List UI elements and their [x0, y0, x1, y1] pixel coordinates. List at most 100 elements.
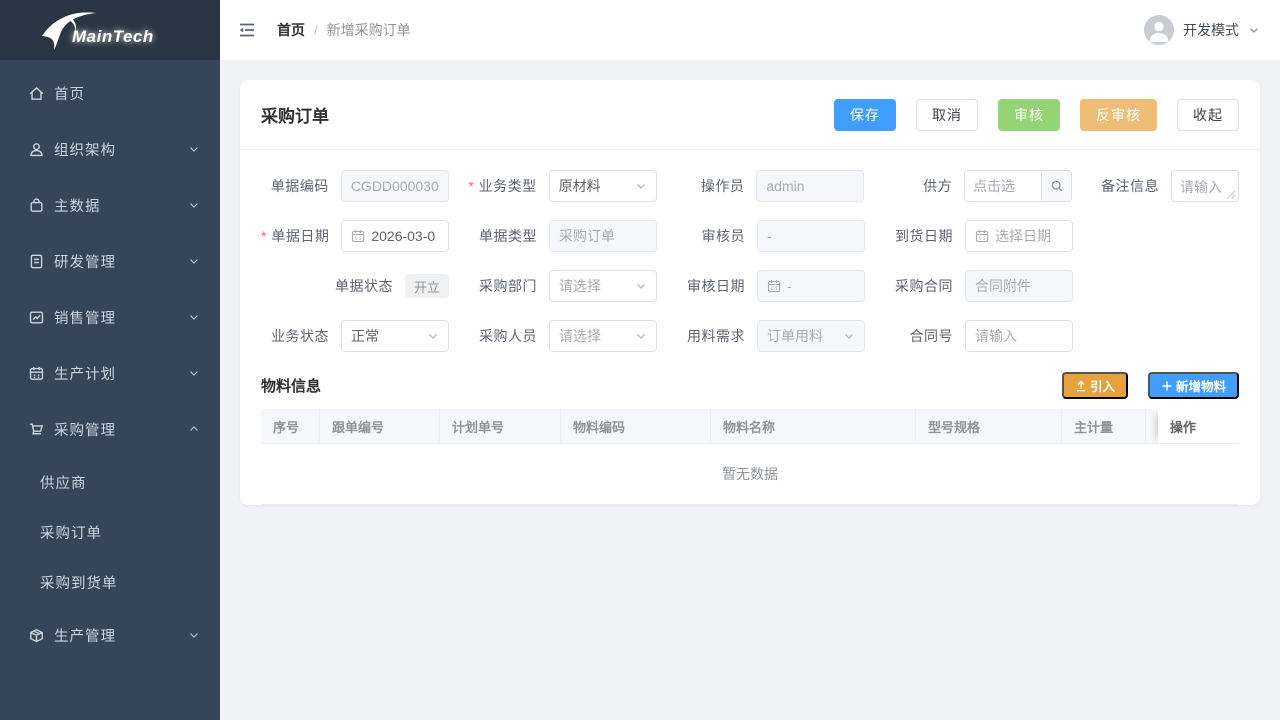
field-label: 采购人员 [449, 326, 549, 346]
header-actions: 保存 取消 审核 反审核 收起 [834, 99, 1239, 131]
purchaser-select[interactable]: 请选择 [549, 320, 657, 352]
field-label: 业务状态 [261, 326, 341, 346]
brand-logo[interactable]: MainTech [0, 0, 220, 60]
import-button[interactable]: 引入 [1062, 372, 1128, 399]
field-label: 单据状态 [261, 276, 405, 296]
doc-type-input: 采购订单 [549, 220, 657, 252]
sidebar: MainTech 首页 组织架构 主数据 研发管理 [0, 0, 220, 720]
breadcrumb-home[interactable]: 首页 [277, 20, 305, 40]
sidebar-subitem-purchase-order[interactable]: 采购订单 [0, 507, 220, 557]
contract-attachment-input[interactable]: 合同附件 [965, 270, 1073, 302]
person-icon [1144, 15, 1174, 45]
business-status-select[interactable]: 正常 [341, 320, 449, 352]
sidebar-item-label: 采购管理 [54, 419, 116, 440]
field-label: 合同号 [865, 326, 965, 346]
materials-header: 物料信息 引入 新增物料 [240, 363, 1260, 409]
field-label: 单据编码 [261, 176, 341, 196]
brand-name: MainTech [72, 27, 154, 47]
unaudit-button[interactable]: 反审核 [1080, 99, 1157, 131]
form-row: 业务状态 正常 采购人员 请选择 用料需求 订单用料 合同号 [261, 311, 1239, 361]
field-supplier: 供方 点击选 [864, 170, 1072, 202]
field-label: 审核员 [657, 226, 757, 246]
field-business-status: 业务状态 正常 [261, 320, 449, 352]
search-icon [1050, 179, 1064, 193]
col-operation-fixed: 操作 [1158, 409, 1239, 444]
chevron-up-icon [188, 423, 200, 435]
sidebar-item-home[interactable]: 首页 [0, 65, 220, 121]
form-row: 单据日期 2026-03-0 单据类型 采购订单 审核员 - 到货日期 [261, 211, 1239, 261]
col-mat-name: 物料名称 [711, 409, 916, 443]
supplier-search-button[interactable] [1041, 171, 1071, 201]
sidebar-item-label: 生产管理 [54, 625, 116, 646]
resize-handle-icon[interactable] [1227, 190, 1236, 199]
col-follow-no: 跟单编号 [320, 409, 440, 443]
remark-textarea[interactable]: 请输入 [1171, 170, 1239, 202]
arrival-date-picker[interactable]: 选择日期 [965, 220, 1073, 252]
field-contract-no: 合同号 请输入 [865, 320, 1073, 352]
field-auditor: 审核员 - [657, 220, 865, 252]
field-label: 供方 [864, 176, 964, 196]
contract-no-input[interactable]: 请输入 [965, 320, 1073, 352]
cart-icon [28, 421, 45, 438]
table-empty-state: 暂无数据 [261, 444, 1239, 504]
purchase-order-card: 采购订单 保存 取消 审核 反审核 收起 单据编码 [240, 80, 1260, 505]
field-remark: 备注信息 请输入 [1072, 170, 1239, 202]
form-row: 单据状态 开立 采购部门 请选择 审核日期 - 采购合同 [261, 261, 1239, 311]
field-doc-date: 单据日期 2026-03-0 [261, 220, 449, 252]
sidebar-item-organization[interactable]: 组织架构 [0, 121, 220, 177]
breadcrumb-separator: / [314, 23, 318, 38]
chevron-down-icon [843, 330, 855, 342]
audit-button[interactable]: 审核 [998, 99, 1060, 131]
home-icon [28, 85, 45, 102]
field-purchase-dept: 采购部门 请选择 [449, 270, 657, 302]
sidebar-item-sales-management[interactable]: 销售管理 [0, 289, 220, 345]
audit-date-input: - [757, 270, 865, 302]
card-header: 采购订单 保存 取消 审核 反审核 收起 [240, 80, 1260, 150]
sidebar-subitem-supplier[interactable]: 供应商 [0, 457, 220, 507]
field-label: 业务类型 [449, 176, 549, 196]
calendar-icon [975, 229, 989, 243]
field-label: 采购合同 [865, 276, 965, 296]
supplier-input[interactable]: 点击选 [965, 171, 1041, 201]
sidebar-subitem-label: 采购订单 [40, 522, 102, 543]
materials-title: 物料信息 [261, 375, 321, 396]
col-unit: 主计量 [1062, 409, 1146, 443]
sidebar-item-production-management[interactable]: 生产管理 [0, 607, 220, 663]
supplier-picker[interactable]: 点击选 [964, 170, 1072, 202]
form-row: 单据编码 CGDD000030 业务类型 原材料 操作员 admin 供方 [261, 161, 1239, 211]
sidebar-subitem-purchase-arrival[interactable]: 采购到货单 [0, 557, 220, 607]
cancel-button[interactable]: 取消 [916, 99, 978, 131]
materials-actions: 引入 新增物料 [1062, 372, 1239, 399]
sidebar-item-label: 组织架构 [54, 139, 116, 160]
chevron-down-icon [1248, 24, 1260, 36]
collapse-button[interactable]: 收起 [1177, 99, 1239, 131]
sidebar-item-purchase-management[interactable]: 采购管理 [0, 401, 220, 457]
avatar[interactable] [1144, 15, 1174, 45]
field-material-demand: 用料需求 订单用料 [657, 320, 865, 352]
sidebar-item-label: 主数据 [54, 195, 101, 216]
sidebar-item-label: 首页 [54, 83, 85, 104]
save-button[interactable]: 保存 [834, 99, 896, 131]
sidebar-item-rd-management[interactable]: 研发管理 [0, 233, 220, 289]
add-material-button[interactable]: 新增物料 [1148, 372, 1239, 399]
sidebar-subitem-label: 供应商 [40, 472, 87, 493]
chevron-down-icon [635, 180, 647, 192]
col-plan-no: 计划单号 [440, 409, 561, 443]
table-header-row: 序号 跟单编号 计划单号 物料编码 物料名称 型号规格 主计量 需 [261, 409, 1239, 444]
sidebar-item-master-data[interactable]: 主数据 [0, 177, 220, 233]
breadcrumb-current: 新增采购订单 [327, 20, 411, 40]
breadcrumb: 首页 / 新增采购订单 [277, 20, 411, 40]
doc-date-picker[interactable]: 2026-03-0 [341, 220, 449, 252]
materials-table: 序号 跟单编号 计划单号 物料编码 物料名称 型号规格 主计量 需 操作 暂无数… [261, 409, 1239, 505]
field-purchase-contract: 采购合同 合同附件 [865, 270, 1073, 302]
user-menu[interactable]: 开发模式 [1144, 15, 1260, 45]
business-type-select[interactable]: 原材料 [549, 170, 657, 202]
field-doc-type: 单据类型 采购订单 [449, 220, 657, 252]
main-area: 首页 / 新增采购订单 开发模式 采购订单 保存 取消 [220, 0, 1280, 720]
doc-code-input: CGDD000030 [341, 170, 449, 202]
chevron-down-icon [635, 280, 647, 292]
field-audit-date: 审核日期 - [657, 270, 865, 302]
purchase-dept-select[interactable]: 请选择 [549, 270, 657, 302]
menu-fold-icon[interactable] [237, 20, 257, 40]
sidebar-item-production-plan[interactable]: 生产计划 [0, 345, 220, 401]
